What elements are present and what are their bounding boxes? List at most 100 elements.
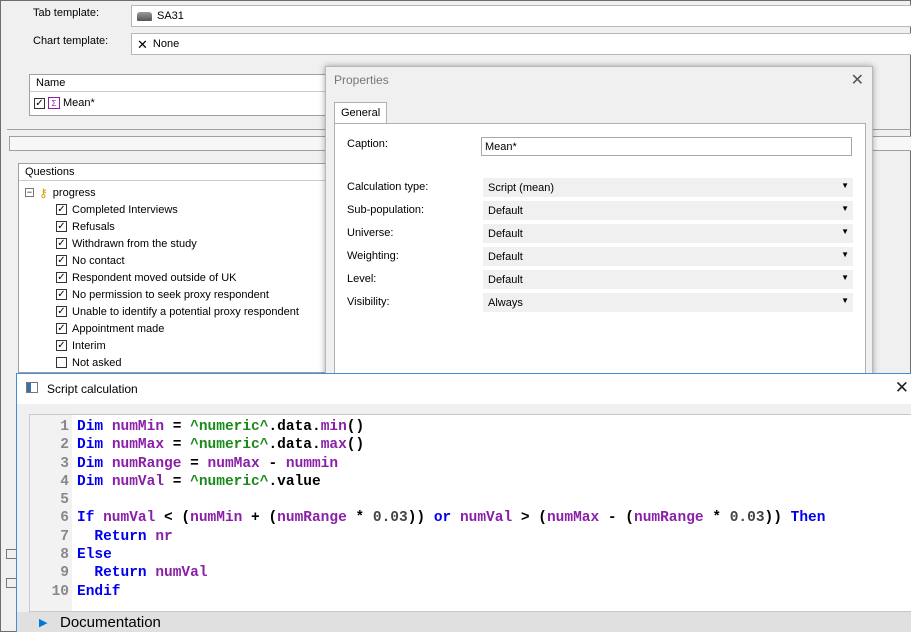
property-value: Default bbox=[488, 273, 523, 286]
property-value: Default bbox=[488, 250, 523, 263]
checkbox-icon[interactable]: ✓ bbox=[56, 272, 67, 283]
property-select[interactable]: Always ▼ bbox=[483, 293, 853, 312]
code-token: - bbox=[259, 455, 286, 472]
property-select[interactable]: Default ▼ bbox=[483, 247, 853, 266]
code-token: If bbox=[77, 510, 104, 527]
questions-header: Questions bbox=[19, 164, 327, 181]
code-token: + ( bbox=[242, 510, 278, 527]
checkbox-icon[interactable]: ✓ bbox=[56, 255, 67, 266]
property-select[interactable]: Default ▼ bbox=[483, 201, 853, 220]
x-chart-icon: ✕ bbox=[137, 36, 148, 52]
checkbox-icon[interactable]: ✓ bbox=[56, 289, 67, 300]
list-item[interactable]: ✓ Respondent moved outside of UK bbox=[56, 269, 237, 286]
code-line: If numVal < (numMin + (numRange * 0.03))… bbox=[77, 509, 825, 527]
documentation-bar[interactable]: ▶ Documentation bbox=[17, 612, 911, 632]
property-label: Weighting: bbox=[347, 250, 399, 262]
code-token: numMax bbox=[546, 510, 600, 527]
list-item[interactable]: Not asked bbox=[56, 354, 122, 371]
tab-template-field[interactable]: SA31 bbox=[131, 5, 911, 27]
code-line: Dim numVal = ^numeric^.value bbox=[77, 473, 825, 491]
tree-group-progress[interactable]: − ⚷ progress bbox=[25, 184, 96, 201]
dropdown-arrow-icon[interactable]: ▼ bbox=[841, 204, 849, 213]
code-token: numVal bbox=[459, 510, 513, 527]
tab-template-value: SA31 bbox=[157, 10, 184, 22]
list-item[interactable]: ✓ Interim bbox=[56, 337, 106, 354]
close-icon[interactable]: ✕ bbox=[895, 378, 909, 398]
properties-panel: Caption: Mean* Calculation type: Script (… bbox=[334, 123, 866, 387]
caption-input[interactable]: Mean* bbox=[481, 137, 852, 156]
collapse-icon[interactable]: − bbox=[25, 188, 34, 197]
list-item-label: No contact bbox=[72, 254, 125, 267]
code-token: = bbox=[181, 455, 208, 472]
name-list-item-label: Mean* bbox=[63, 97, 95, 109]
code-token: Else bbox=[77, 547, 112, 564]
property-select[interactable]: Script (mean) ▼ bbox=[483, 178, 853, 197]
line-number: 5 bbox=[60, 492, 69, 509]
checkbox-icon[interactable] bbox=[56, 357, 67, 368]
list-item[interactable]: ✓ Withdrawn from the study bbox=[56, 235, 197, 252]
dropdown-arrow-icon[interactable]: ▼ bbox=[841, 250, 849, 259]
code-token: Return bbox=[94, 565, 156, 582]
code-token: numRange bbox=[634, 510, 704, 527]
calc-icon: Σ bbox=[48, 97, 60, 109]
property-select[interactable]: Default ▼ bbox=[483, 224, 853, 243]
checkbox-icon[interactable]: ✓ bbox=[56, 340, 67, 351]
line-number: 9 bbox=[60, 565, 69, 582]
checkbox-icon[interactable]: ✓ bbox=[56, 323, 67, 334]
checkbox-icon[interactable]: ✓ bbox=[34, 97, 45, 109]
checkbox-icon[interactable]: ✓ bbox=[56, 221, 67, 232]
checkbox-icon[interactable]: ✓ bbox=[56, 306, 67, 317]
line-number: 3 bbox=[60, 455, 69, 472]
property-select[interactable]: Default ▼ bbox=[483, 270, 853, 289]
properties-title: Properties bbox=[334, 73, 389, 87]
code-token: nummin bbox=[285, 455, 339, 472]
line-number: 1 bbox=[60, 419, 69, 435]
code-token: 0.03 bbox=[729, 510, 765, 527]
list-item[interactable]: ✓ Unable to identify a potential proxy re… bbox=[56, 303, 299, 320]
dropdown-arrow-icon[interactable]: ▼ bbox=[841, 296, 849, 305]
script-window: Script calculation ✕ 1 2 3 4 5 6 7 8 9 10 Dim num… bbox=[16, 373, 911, 632]
list-item-label: Withdrawn from the study bbox=[72, 237, 197, 250]
property-label: Visibility: bbox=[347, 296, 390, 308]
code-token: min bbox=[320, 419, 347, 435]
dropdown-arrow-icon[interactable]: ▼ bbox=[841, 273, 849, 282]
list-item-label: Completed Interviews bbox=[72, 203, 178, 216]
list-item[interactable]: ✓ Refusals bbox=[56, 218, 115, 235]
checkbox-icon[interactable]: ✓ bbox=[56, 204, 67, 215]
code-token: = bbox=[164, 419, 191, 435]
property-row: Weighting: Default ▼ bbox=[328, 247, 856, 267]
expand-arrow-icon[interactable]: ▶ bbox=[39, 616, 47, 629]
tab-general[interactable]: General bbox=[334, 102, 388, 124]
chart-template-field[interactable]: ✕ None bbox=[131, 33, 911, 55]
name-list-item[interactable]: ✓ Σ Mean* bbox=[34, 97, 95, 109]
code-token: )) bbox=[407, 510, 434, 527]
line-number: 10 bbox=[51, 583, 69, 600]
tab-template-label: Tab template: bbox=[33, 7, 100, 19]
property-value: Script (mean) bbox=[488, 181, 555, 194]
dropdown-arrow-icon[interactable]: ▼ bbox=[841, 181, 849, 190]
code-token: = bbox=[164, 437, 191, 454]
code-token: Dim bbox=[77, 473, 112, 490]
chart-template-value: None bbox=[152, 38, 180, 50]
code-editor[interactable]: 1 2 3 4 5 6 7 8 9 10 Dim numMin = ^numeric^.data.… bbox=[29, 414, 911, 612]
property-value: Always bbox=[488, 296, 523, 309]
code-token: > ( bbox=[512, 510, 547, 527]
code-line: Dim numRange = numMax - nummin bbox=[77, 455, 825, 473]
code-text[interactable]: Dim numMin = ^numeric^.data.min() Dim num… bbox=[77, 418, 825, 601]
code-token: numMin bbox=[190, 510, 243, 527]
close-icon[interactable]: ✕ bbox=[851, 70, 864, 90]
list-item[interactable]: ✓ Completed Interviews bbox=[56, 201, 178, 218]
line-number: 2 bbox=[60, 437, 69, 454]
dropdown-arrow-icon[interactable]: ▼ bbox=[841, 227, 849, 236]
code-token: 0.03 bbox=[372, 510, 408, 527]
checkbox-icon[interactable]: ✓ bbox=[56, 238, 67, 249]
code-token: nr bbox=[155, 528, 173, 545]
code-token: or bbox=[433, 510, 460, 527]
code-token: .value bbox=[268, 473, 321, 490]
property-label: Level: bbox=[347, 273, 377, 285]
list-item[interactable]: ✓ No permission to seek proxy respondent bbox=[56, 286, 269, 303]
documentation-label: Documentation bbox=[60, 614, 161, 631]
list-item[interactable]: ✓ Appointment made bbox=[56, 320, 164, 337]
list-item[interactable]: ✓ No contact bbox=[56, 252, 125, 269]
